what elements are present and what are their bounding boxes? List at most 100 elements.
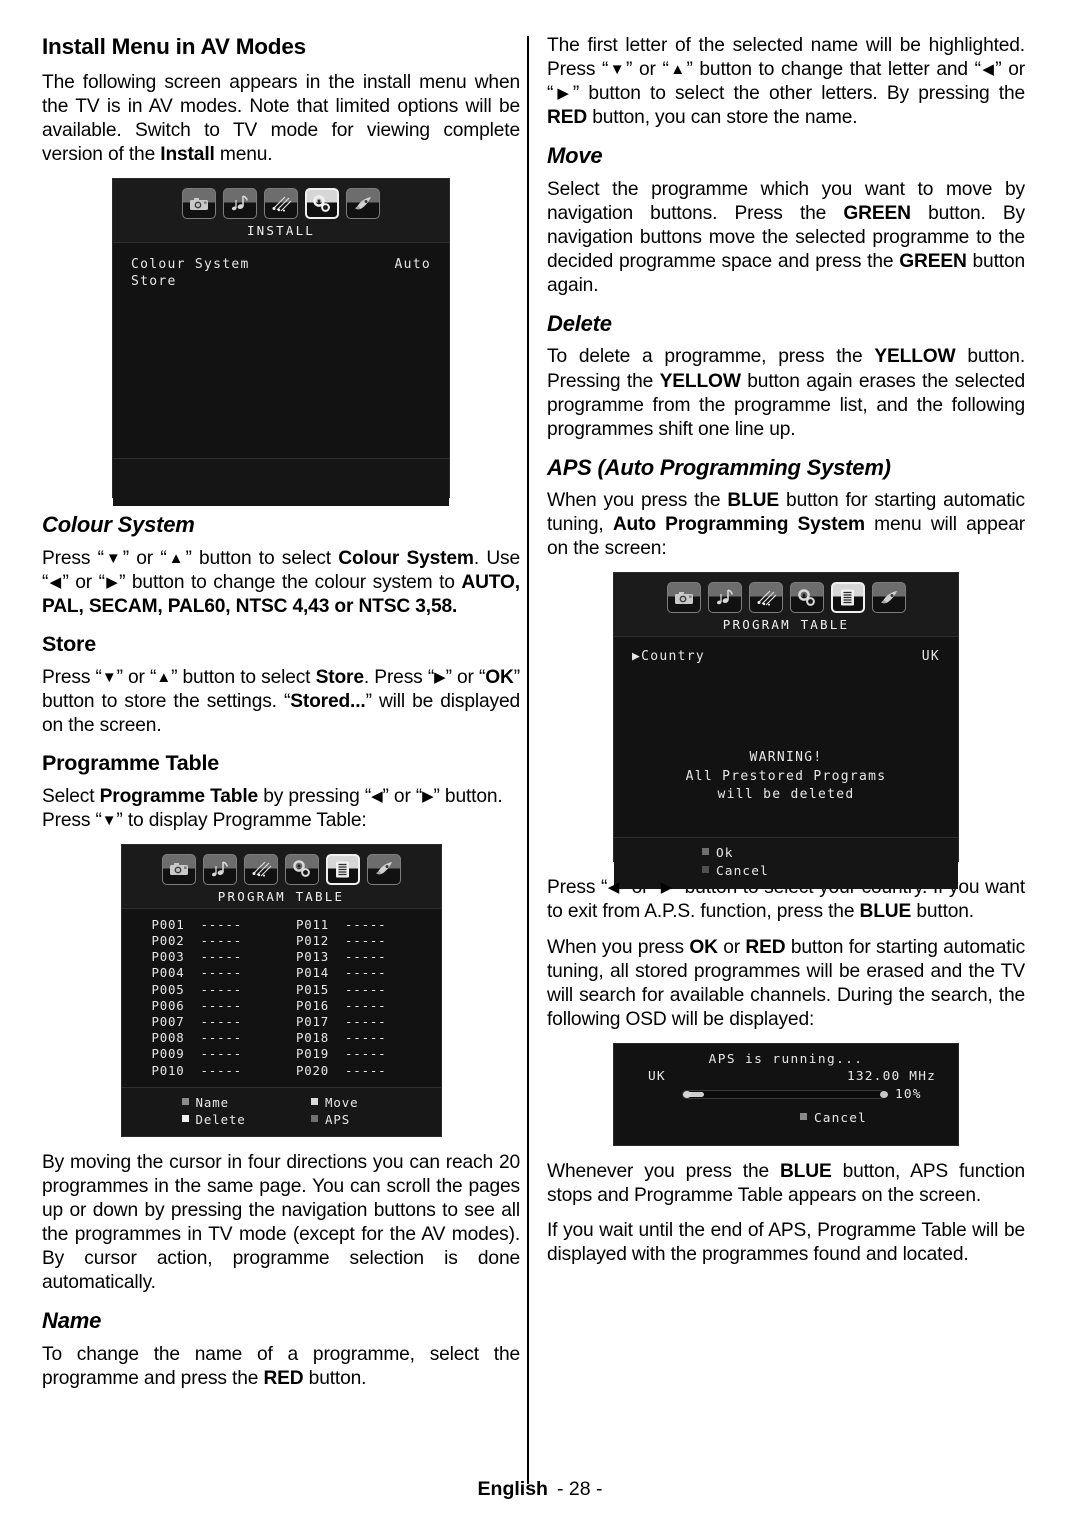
button-label: Move xyxy=(325,1094,359,1110)
gears-icon[interactable] xyxy=(789,582,824,614)
programme-number: P010 xyxy=(151,1062,185,1078)
install-row-colour-system[interactable]: Colour System Auto xyxy=(113,256,449,273)
list-icon[interactable] xyxy=(325,853,360,885)
programme-name: ----- xyxy=(345,1046,387,1062)
st-bold-1: Store xyxy=(315,666,364,688)
aps-button-ok[interactable]: Ok xyxy=(702,845,958,863)
delete-heading: Delete xyxy=(547,311,612,337)
list-item[interactable]: P008 ----- xyxy=(152,1030,297,1046)
ap-txt-a: When you press the xyxy=(547,490,728,512)
list-item[interactable]: P001 ----- xyxy=(152,917,297,933)
programme-number: P004 xyxy=(151,965,185,981)
programme-number: P013 xyxy=(296,949,330,965)
colour-system-paragraph: Press “▼” or “▲” button to select Colour… xyxy=(42,547,520,619)
st-bold-2: OK xyxy=(485,666,514,688)
list-item[interactable]: P009 ----- xyxy=(152,1046,297,1062)
aps-running-cancel[interactable]: Cancel xyxy=(614,1102,958,1126)
list-item[interactable]: P005 ----- xyxy=(152,982,297,998)
aps-icon-row xyxy=(614,582,958,614)
bn-txt-a: Whenever you press the xyxy=(547,1160,780,1182)
tuning-note-paragraph: When you press OK or RED button for star… xyxy=(547,936,1025,1032)
arrow-down-icon: ▼ xyxy=(103,549,123,567)
list-item[interactable]: P006 ----- xyxy=(152,998,297,1014)
intro-text-c: menu. xyxy=(214,144,273,166)
list-item[interactable]: P020 ----- xyxy=(296,1063,441,1079)
blue-note-paragraph: Whenever you press the BLUE button, APS … xyxy=(547,1160,1025,1208)
arrow-up-icon: ▲ xyxy=(668,61,687,79)
list-item[interactable]: P014 ----- xyxy=(296,965,441,981)
music-note-icon[interactable] xyxy=(707,582,742,614)
footer-page-number: - 28 - xyxy=(556,1478,603,1500)
list-item[interactable]: P016 ----- xyxy=(296,998,441,1014)
aps-running-frequency: 132.00 MHz xyxy=(846,1068,936,1084)
list-item[interactable]: P015 ----- xyxy=(296,982,441,998)
programme-name: ----- xyxy=(200,1013,242,1029)
list-item[interactable]: P013 ----- xyxy=(296,949,441,965)
cs-txt-f: ” button to change the colour system to xyxy=(119,571,462,593)
programme-name: ----- xyxy=(345,981,387,997)
program-table-button-name[interactable]: Name xyxy=(181,1094,312,1111)
camera-icon[interactable] xyxy=(182,188,216,220)
aps-row-country[interactable]: ▶Country UK xyxy=(614,648,958,665)
st-txt-b: ” or “ xyxy=(116,666,157,688)
aps-warning-text: WARNING! All Prestored Programs will be … xyxy=(614,749,958,805)
music-note-icon[interactable] xyxy=(202,853,237,885)
rocket-icon[interactable] xyxy=(366,853,401,885)
programme-name: ----- xyxy=(200,949,242,965)
tn-txt-a: When you press xyxy=(547,936,690,958)
page-title: Install Menu in AV Modes xyxy=(42,34,306,59)
list-item[interactable]: P018 ----- xyxy=(296,1030,441,1046)
button-label: Delete xyxy=(195,1111,246,1127)
aps-heading: APS (Auto Programming System) xyxy=(547,454,891,480)
program-table-button-delete[interactable]: Delete xyxy=(181,1111,312,1128)
programme-number: P006 xyxy=(151,997,185,1013)
programme-number: P015 xyxy=(296,981,330,997)
music-note-icon[interactable] xyxy=(223,188,257,220)
program-table-button-move[interactable]: Move xyxy=(311,1094,441,1111)
list-item[interactable]: P010 ----- xyxy=(152,1063,297,1079)
dl-txt-a: To delete a programme, press the xyxy=(547,346,875,368)
list-item[interactable]: P017 ----- xyxy=(296,1014,441,1030)
button-label: APS xyxy=(325,1111,351,1127)
arrow-right-icon: ▶ xyxy=(104,573,120,591)
comet-icon[interactable] xyxy=(243,853,278,885)
pt-bold-1: Programme Table xyxy=(99,785,259,807)
list-icon[interactable] xyxy=(830,582,865,614)
wait-note-paragraph: If you wait until the end of APS, Progra… xyxy=(547,1220,1025,1266)
arrow-left-icon: ◀ xyxy=(371,787,383,805)
aps-paragraph: When you press the BLUE button for start… xyxy=(547,489,1025,561)
list-item[interactable]: P003 ----- xyxy=(152,949,297,965)
install-row-store[interactable]: Store xyxy=(113,273,449,290)
install-menu-title: INSTALL xyxy=(246,223,316,239)
list-item[interactable]: P004 ----- xyxy=(152,965,297,981)
pt-txt-c: ” or “ xyxy=(382,785,423,807)
list-item[interactable]: P019 ----- xyxy=(296,1046,441,1062)
name-heading: Name xyxy=(42,1308,102,1334)
move-heading: Move xyxy=(547,143,603,169)
program-table-icon-row xyxy=(122,853,441,885)
gears-icon[interactable] xyxy=(284,853,319,885)
arrow-left-icon: ◀ xyxy=(48,573,63,591)
cs-bold-1: Colour System xyxy=(338,547,474,569)
camera-icon[interactable] xyxy=(161,853,196,885)
st-txt-d: . Press “ xyxy=(363,666,435,688)
programme-number: P009 xyxy=(151,1046,185,1062)
program-table-button-aps[interactable]: APS xyxy=(311,1111,441,1128)
comet-icon[interactable] xyxy=(748,582,783,614)
list-item[interactable]: P011 ----- xyxy=(296,917,441,933)
comet-icon[interactable] xyxy=(264,188,298,220)
programme-name: ----- xyxy=(345,949,387,965)
aps-button-cancel[interactable]: Cancel xyxy=(702,863,958,881)
list-item[interactable]: P007 ----- xyxy=(152,1014,297,1030)
right-column: The first letter of the selected name wi… xyxy=(547,34,1025,1278)
left-column: Install Menu in AV Modes The following s… xyxy=(42,34,520,1402)
rocket-icon[interactable] xyxy=(346,188,380,220)
ap-bold-system: Auto Programming System xyxy=(612,514,865,536)
gears-icon[interactable] xyxy=(305,188,339,220)
rocket-icon[interactable] xyxy=(871,582,906,614)
arrow-right-icon: ▶ xyxy=(434,668,446,686)
camera-icon[interactable] xyxy=(666,582,701,614)
list-item[interactable]: P002 ----- xyxy=(152,933,297,949)
aps-progress-row: 10% xyxy=(614,1084,958,1102)
list-item[interactable]: P012 ----- xyxy=(296,933,441,949)
